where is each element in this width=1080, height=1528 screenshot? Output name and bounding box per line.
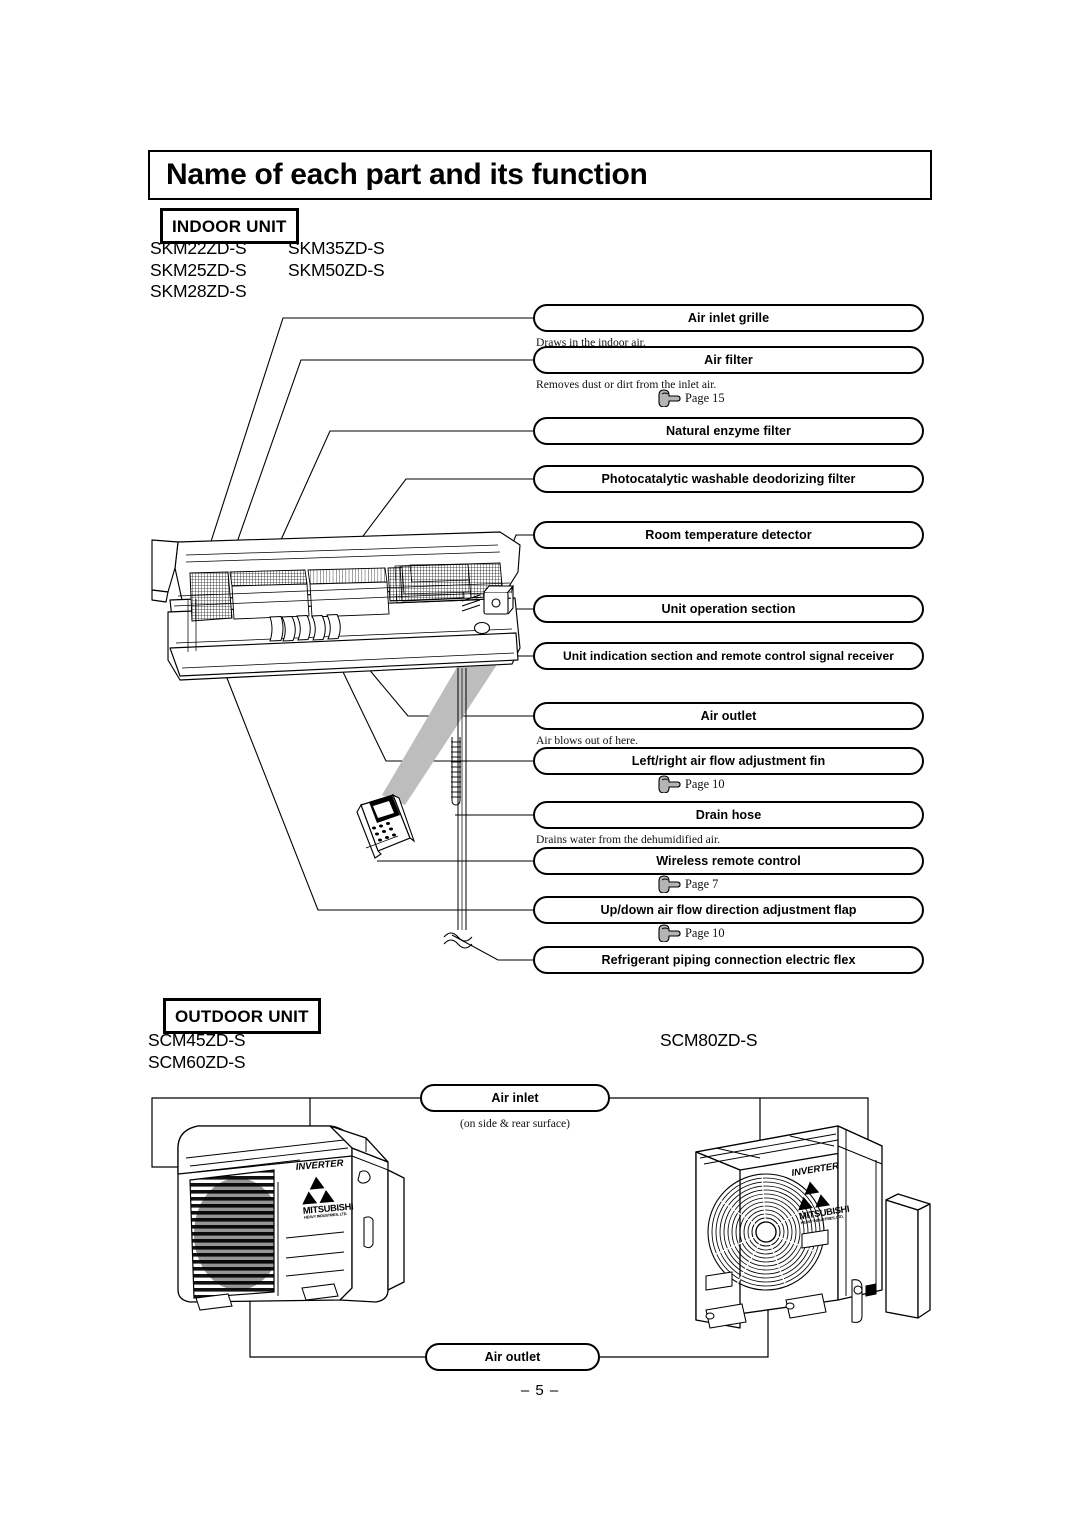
page-ref-label: Page 10 (685, 776, 725, 791)
page-title-box: Name of each part and its function (148, 150, 932, 200)
pointing-hand-icon (658, 924, 681, 942)
inverter-badge-right: INVERTER (791, 1161, 840, 1179)
pointing-hand-icon (658, 775, 681, 793)
outdoor-model-list-column-1: SCM45ZD-S SCM60ZD-S (148, 1030, 246, 1072)
page-ref-wireless-remote[interactable]: Page 7 (655, 875, 718, 893)
outdoor-unit-scm45-60 (177, 1125, 405, 1303)
callout-left-right-air-flow-fin[interactable]: Left/right air flow adjustment fin (533, 747, 924, 775)
page-ref-left-right-fin[interactable]: Page 10 (655, 775, 725, 793)
callout-desc-outdoor-air-inlet: (on side & rear surface) (459, 1117, 571, 1130)
room-temperature-detector (461, 594, 481, 612)
unit-operation-section (483, 585, 515, 615)
wireless-remote-control (356, 793, 416, 859)
callout-unit-indication-section[interactable]: Unit indication section and remote contr… (533, 642, 924, 670)
svg-text:MITSUBISHI: MITSUBISHI (302, 1201, 353, 1215)
callout-natural-enzyme-filter[interactable]: Natural enzyme filter (533, 417, 924, 445)
remote-signal-beam (382, 645, 500, 805)
outdoor-model-list-column-2: SCM80ZD-S (660, 1030, 758, 1050)
svg-text:MITSUBISHI: MITSUBISHI (798, 1204, 850, 1222)
page-ref-label: Page 10 (685, 925, 725, 940)
callout-desc-air-outlet: Air blows out of here. (536, 734, 639, 747)
page-number: – 5 – (520, 1382, 560, 1399)
page-ref-up-down-flap[interactable]: Page 10 (655, 924, 725, 942)
callout-air-outlet[interactable]: Air outlet (533, 702, 924, 730)
callout-desc-drain-hose: Drains water from the dehumidified air. (536, 833, 721, 846)
mitsubishi-logo-left: MITSUBISHI HEAVY INDUSTRIES, LTD. (302, 1176, 354, 1220)
indoor-model-list-column-1: SKM22ZD-S SKM25ZD-S SKM28ZD-S (150, 238, 247, 301)
page-ref-air-filter[interactable]: Page 15 (655, 389, 725, 407)
page-ref-label: Page 7 (685, 876, 719, 891)
callout-photocatalytic-filter[interactable]: Photocatalytic washable deodorizing filt… (533, 465, 924, 493)
callout-unit-operation-section[interactable]: Unit operation section (533, 595, 924, 623)
manual-page: Name of each part and its function INDOO… (0, 0, 1080, 1528)
drain-hose (451, 737, 461, 806)
svg-text:HEAVY INDUSTRIES, LTD.: HEAVY INDUSTRIES, LTD. (304, 1212, 348, 1220)
callout-up-down-air-flow-flap[interactable]: Up/down air flow direction adjustment fl… (533, 896, 924, 924)
refrigerant-piping (443, 668, 473, 949)
callout-air-inlet-grille[interactable]: Air inlet grille (533, 304, 924, 332)
callout-outdoor-air-inlet[interactable]: Air inlet (420, 1084, 610, 1112)
callout-outdoor-air-outlet[interactable]: Air outlet (425, 1343, 600, 1371)
inverter-badge-left: INVERTER (295, 1158, 344, 1173)
air-outlet-grille-left (189, 1169, 275, 1299)
outdoor-unit-scm80 (695, 1125, 931, 1329)
page-ref-label: Page 15 (685, 390, 725, 405)
mitsubishi-logo-right: MITSUBISHI HEAVY INDUSTRIES, LTD. (798, 1181, 850, 1226)
page-title: Name of each part and its function (166, 158, 648, 191)
pointing-hand-icon (658, 389, 681, 407)
callout-drain-hose[interactable]: Drain hose (533, 801, 924, 829)
section-label-outdoor-unit: OUTDOOR UNIT (163, 998, 321, 1034)
callout-refrigerant-piping-flex[interactable]: Refrigerant piping connection electric f… (533, 946, 924, 974)
svg-text:HEAVY INDUSTRIES, LTD.: HEAVY INDUSTRIES, LTD. (801, 1215, 845, 1226)
left-right-air-flow-fins (269, 613, 341, 642)
pointing-hand-icon (658, 875, 681, 893)
callout-wireless-remote-control[interactable]: Wireless remote control (533, 847, 924, 875)
indoor-model-list-column-2: SKM35ZD-S SKM50ZD-S (288, 238, 385, 280)
unit-indication-section (473, 621, 491, 635)
air-outlet-fan-grille-right (707, 1173, 825, 1291)
air-inlet-grille-mesh (189, 562, 504, 622)
callout-room-temperature-detector[interactable]: Room temperature detector (533, 521, 924, 549)
callout-air-filter[interactable]: Air filter (533, 346, 924, 374)
